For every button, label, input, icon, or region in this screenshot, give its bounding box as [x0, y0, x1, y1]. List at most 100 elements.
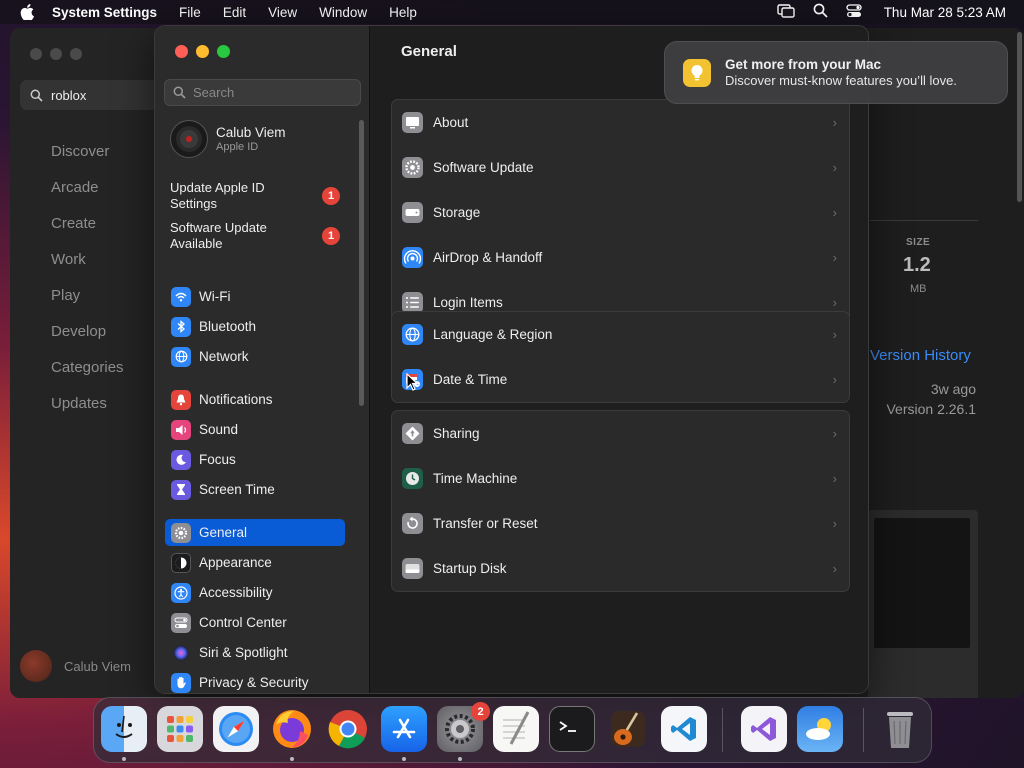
dock-trash[interactable]: [877, 706, 923, 752]
settings-row-label: Transfer or Reset: [433, 516, 538, 531]
app-store-nav: Discover Arcade Create Work Play Develop…: [51, 134, 124, 422]
sidebar-item-screen-time[interactable]: Screen Time: [165, 476, 345, 503]
running-indicator: [402, 757, 406, 761]
sidebar-item-wi-fi[interactable]: Wi-Fi: [165, 283, 345, 310]
sidebar-item-control-center[interactable]: Control Center: [165, 609, 345, 636]
sidebar-item-privacy-security[interactable]: Privacy & Security: [165, 669, 345, 693]
dock-terminal[interactable]: [549, 706, 595, 752]
menu-app-name[interactable]: System Settings: [52, 5, 157, 20]
screen-mirroring-icon[interactable]: [776, 3, 795, 21]
dock-safari[interactable]: [213, 706, 259, 752]
chevron-right-icon: ›: [832, 471, 837, 486]
app-store-scrollbar[interactable]: [1017, 32, 1022, 202]
sidebar-item-notifications[interactable]: Notifications: [165, 386, 345, 413]
speaker-icon: [171, 419, 191, 440]
chevron-right-icon: ›: [832, 115, 837, 130]
dock-chrome[interactable]: [325, 706, 371, 752]
app-store-account[interactable]: Calub Viem: [20, 650, 131, 682]
apple-menu-icon[interactable]: [16, 0, 38, 24]
sidebar-item-label: Control Center: [199, 615, 287, 630]
app-store-nav-updates[interactable]: Updates: [51, 386, 124, 422]
app-store-nav-arcade[interactable]: Arcade: [51, 170, 124, 206]
settings-row-about[interactable]: About ›: [392, 100, 849, 145]
settings-row-startup-disk[interactable]: Startup Disk ›: [392, 546, 849, 591]
account-name: Calub Viem: [216, 125, 286, 140]
settings-row-label: Language & Region: [433, 327, 553, 342]
close-button[interactable]: [175, 45, 188, 58]
sidebar-item-appearance[interactable]: Appearance: [165, 549, 345, 576]
dock-weather[interactable]: [797, 706, 843, 752]
sidebar-item-general[interactable]: General: [165, 519, 345, 546]
menu-view[interactable]: View: [268, 5, 297, 20]
settings-row-label: Sharing: [433, 426, 480, 441]
sidebar-item-bluetooth[interactable]: Bluetooth: [165, 313, 345, 340]
general-pane: General About › Software Update › Storage › Ai…: [371, 26, 868, 693]
app-store-nav-discover[interactable]: Discover: [51, 134, 124, 170]
menu-help[interactable]: Help: [389, 5, 417, 20]
notice-badge: 1: [322, 187, 340, 205]
siri-icon: [171, 643, 191, 663]
zoom-button[interactable]: [217, 45, 230, 58]
menu-window[interactable]: Window: [319, 5, 367, 20]
sidebar-item-accessibility[interactable]: Accessibility: [165, 579, 345, 606]
settings-search-field[interactable]: [164, 79, 361, 106]
control-center-icon[interactable]: [846, 3, 862, 21]
spotlight-search-icon[interactable]: [813, 3, 828, 21]
dock-app-store[interactable]: [381, 706, 427, 752]
settings-row-transfer-or-reset[interactable]: Transfer or Reset ›: [392, 501, 849, 546]
version-history-link[interactable]: Version History: [870, 347, 971, 364]
dock-system-settings[interactable]: 2: [437, 702, 490, 752]
dock-finder[interactable]: [101, 706, 147, 752]
chevron-right-icon: ›: [832, 561, 837, 576]
globe-icon: [171, 346, 191, 367]
dock-vscode[interactable]: [661, 706, 707, 752]
menu-edit[interactable]: Edit: [223, 5, 246, 20]
dock-textedit[interactable]: [493, 706, 539, 752]
chevron-right-icon: ›: [832, 327, 837, 342]
dock-firefox[interactable]: [269, 706, 315, 752]
gear-icon: [171, 522, 191, 543]
minimize-button[interactable]: [196, 45, 209, 58]
apple-id-account[interactable]: Calub Viem Apple ID: [170, 120, 286, 158]
sidebar-item-network[interactable]: Network: [165, 343, 345, 370]
settings-row-airdrop-handoff[interactable]: AirDrop & Handoff ›: [392, 235, 849, 280]
sidebar-scrollbar[interactable]: [359, 120, 364, 406]
sidebar-item-label: Notifications: [199, 392, 273, 407]
guitar-icon: [611, 711, 645, 747]
dock-launchpad[interactable]: [157, 706, 203, 752]
vscode-icon: [671, 717, 696, 741]
software-update-notice[interactable]: Software Update Available 1: [170, 220, 340, 252]
settings-row-time-machine[interactable]: Time Machine ›: [392, 456, 849, 501]
settings-search-input[interactable]: [193, 85, 353, 100]
dock-visual-studio[interactable]: [741, 706, 787, 752]
settings-row-label: Login Items: [433, 295, 503, 310]
menu-clock[interactable]: Thu Mar 28 5:23 AM: [884, 5, 1006, 20]
dock-separator: [722, 708, 723, 752]
terminal-icon: [559, 721, 576, 732]
app-store-search-field[interactable]: roblox: [20, 80, 160, 110]
settings-row-date-time[interactable]: Date & Time ›: [392, 357, 849, 402]
chrome-icon: [328, 710, 367, 749]
sidebar-item-siri-spotlight[interactable]: Siri & Spotlight: [165, 639, 345, 666]
textedit-icon: [503, 711, 530, 745]
menu-file[interactable]: File: [179, 5, 201, 20]
sidebar-item-focus[interactable]: Focus: [165, 446, 345, 473]
app-store-nav-create[interactable]: Create: [51, 206, 124, 242]
search-icon: [173, 86, 186, 99]
app-store-nav-categories[interactable]: Categories: [51, 350, 124, 386]
sidebar-item-label: General: [199, 525, 248, 540]
settings-row-software-update[interactable]: Software Update ›: [392, 145, 849, 190]
app-store-nav-work[interactable]: Work: [51, 242, 124, 278]
settings-row-language-region[interactable]: Language & Region ›: [392, 312, 849, 357]
tips-notification[interactable]: Get more from your Mac Discover must-kno…: [664, 41, 1008, 104]
settings-row-storage[interactable]: Storage ›: [392, 190, 849, 235]
dock-garageband[interactable]: [605, 706, 651, 752]
app-store-nav-develop[interactable]: Develop: [51, 314, 124, 350]
sidebar-item-sound[interactable]: Sound: [165, 416, 345, 443]
app-store-nav-play[interactable]: Play: [51, 278, 124, 314]
settings-row-sharing[interactable]: Sharing ›: [392, 411, 849, 456]
update-apple-id-notice[interactable]: Update Apple ID Settings 1: [170, 180, 340, 212]
sidebar-item-label: Focus: [199, 452, 236, 467]
tip-body: Discover must-know features you’ll love.: [725, 73, 957, 88]
app-screenshot[interactable]: [868, 510, 978, 698]
